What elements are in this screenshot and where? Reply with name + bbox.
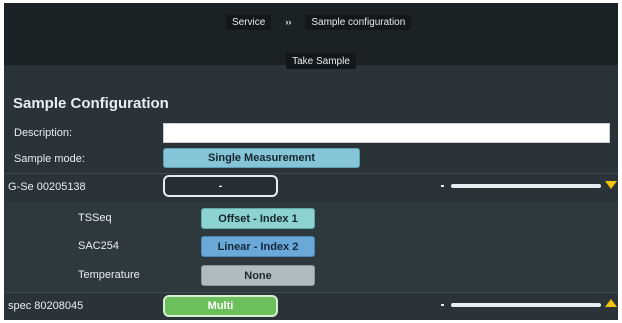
param-label-tsseq: TSSeq	[78, 212, 112, 224]
slider-marker	[441, 185, 444, 187]
expand-arrow-up-icon[interactable]	[605, 299, 617, 307]
description-label: Description:	[14, 127, 73, 139]
description-input[interactable]	[163, 123, 610, 143]
slider-track	[451, 184, 601, 188]
breadcrumb: Service ›› Sample configuration	[226, 13, 412, 31]
slider-track	[451, 303, 601, 307]
device-name-g-se: G-Se 00205138	[8, 181, 86, 193]
device-name-spec: spec 80208045	[8, 300, 84, 312]
param-temperature-button[interactable]: None	[201, 265, 315, 286]
breadcrumb-service[interactable]: Service	[226, 14, 272, 30]
take-sample-button[interactable]: Take Sample	[286, 53, 356, 69]
param-label-sac254: SAC254	[78, 240, 119, 252]
row-divider	[4, 292, 618, 293]
breadcrumb-separator: ››	[285, 17, 292, 27]
screen: Service ›› Sample configuration Take Sam…	[4, 3, 618, 320]
breadcrumb-sample-configuration[interactable]: Sample configuration	[305, 14, 412, 30]
top-bar: Service ›› Sample configuration Take Sam…	[4, 3, 618, 69]
param-label-temperature: Temperature	[78, 269, 140, 281]
device-g-se-slider[interactable]	[441, 181, 601, 191]
param-tsseq-button[interactable]: Offset - Index 1	[201, 208, 315, 229]
device-spec-slider[interactable]	[441, 300, 601, 310]
device-g-se-button[interactable]: -	[163, 175, 278, 197]
parameter-panel: TSSeq Offset - Index 1 SAC254 Linear - I…	[4, 202, 618, 294]
slider-marker	[441, 304, 444, 306]
sample-mode-label: Sample mode:	[14, 153, 85, 165]
collapse-arrow-down-icon[interactable]	[605, 181, 617, 189]
sample-mode-button[interactable]: Single Measurement	[163, 148, 360, 168]
device-spec-multi-button[interactable]: Multi	[163, 295, 278, 317]
param-sac254-button[interactable]: Linear - Index 2	[201, 236, 315, 257]
row-divider	[4, 173, 618, 174]
section-title: Sample Configuration	[13, 95, 169, 112]
